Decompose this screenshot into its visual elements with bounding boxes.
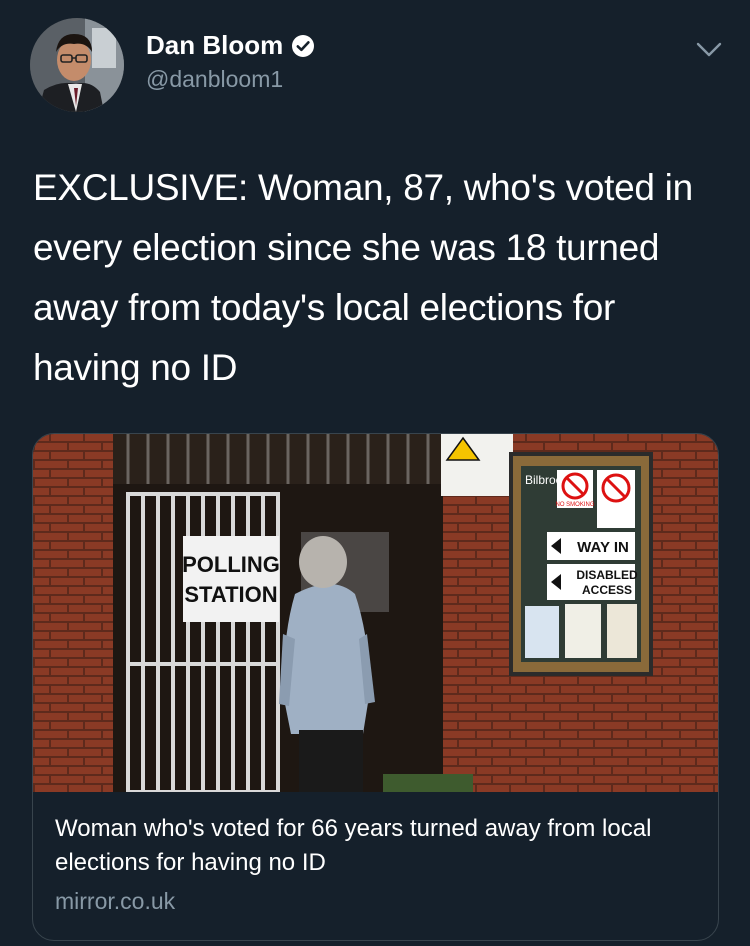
polling-station-sign: [183, 536, 279, 622]
polling-sign-line1: POLLING: [182, 552, 280, 577]
polling-sign-line2: STATION: [184, 582, 277, 607]
chevron-down-icon[interactable]: [694, 34, 724, 64]
author-name[interactable]: Dan Bloom: [146, 30, 283, 61]
disabled-line2: ACCESS: [582, 583, 632, 597]
avatar-photo: [30, 18, 124, 112]
notice-board-header: Bilbroc: [525, 473, 562, 487]
no-smoking-label: NO SMOKING: [555, 502, 594, 508]
card-domain[interactable]: mirror.co.uk: [55, 888, 175, 915]
author-handle[interactable]: @danbloom1: [146, 66, 283, 93]
disabled-line1: DISABLED: [576, 568, 638, 582]
verified-badge-icon: [292, 34, 315, 57]
card-title[interactable]: Woman who's voted for 66 years turned aw…: [55, 812, 695, 880]
card-image: POLLING STATION Bilbroc NO SMOKING WAY I…: [33, 434, 718, 792]
link-card[interactable]: POLLING STATION Bilbroc NO SMOKING WAY I…: [32, 433, 719, 941]
way-in-text: WAY IN: [577, 539, 629, 556]
tweet-text: EXCLUSIVE: Woman, 87, who's voted in eve…: [33, 167, 693, 388]
author-name-row[interactable]: Dan Bloom: [146, 30, 315, 61]
avatar[interactable]: [30, 18, 124, 112]
